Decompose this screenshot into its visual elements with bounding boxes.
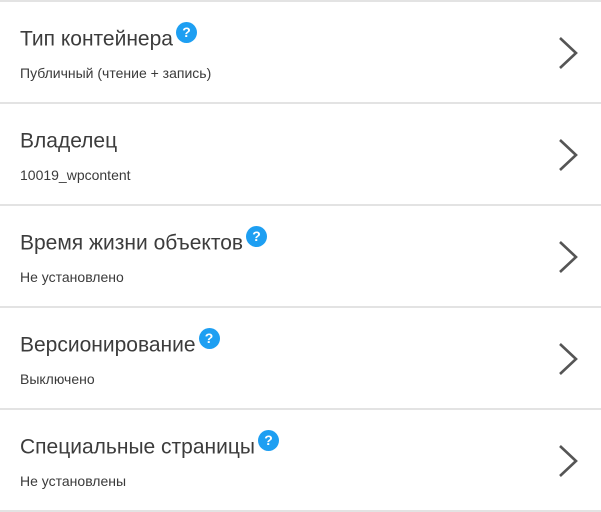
chevron-right-icon[interactable] bbox=[557, 36, 579, 70]
row-value: Публичный (чтение + запись) bbox=[20, 65, 212, 81]
row-title: Версионирование? bbox=[20, 328, 220, 358]
question-circle-icon[interactable]: ? bbox=[246, 226, 268, 247]
setting-row-versioning[interactable]: Версионирование? Выключено bbox=[0, 308, 601, 410]
setting-row-owner[interactable]: Владелец 10019_wpcontent bbox=[0, 104, 601, 206]
question-circle-icon[interactable]: ? bbox=[257, 430, 279, 451]
row-title: Владелец bbox=[20, 128, 117, 154]
row-value: Не установлено bbox=[20, 269, 124, 285]
row-title: Специальные страницы? bbox=[20, 430, 279, 460]
row-title: Время жизни объектов? bbox=[20, 226, 268, 256]
row-value: 10019_wpcontent bbox=[20, 167, 131, 183]
chevron-right-icon[interactable] bbox=[557, 444, 579, 478]
row-title-text: Версионирование bbox=[20, 333, 196, 357]
chevron-right-icon[interactable] bbox=[557, 240, 579, 274]
chevron-right-icon[interactable] bbox=[557, 342, 579, 376]
row-title-text: Тип контейнера bbox=[20, 27, 173, 51]
setting-row-object-lifetime[interactable]: Время жизни объектов? Не установлено bbox=[0, 206, 601, 308]
question-circle-icon[interactable]: ? bbox=[175, 22, 197, 43]
row-title: Тип контейнера? bbox=[20, 22, 197, 52]
row-title-text: Специальные страницы bbox=[20, 435, 255, 459]
row-title-text: Владелец bbox=[20, 129, 118, 153]
settings-list: Тип контейнера? Публичный (чтение + запи… bbox=[0, 0, 601, 512]
row-value: Выключено bbox=[20, 371, 95, 387]
row-value: Не установлены bbox=[20, 473, 127, 489]
chevron-right-icon[interactable] bbox=[557, 138, 579, 172]
setting-row-container-type[interactable]: Тип контейнера? Публичный (чтение + запи… bbox=[0, 2, 601, 104]
row-title-text: Время жизни объектов bbox=[20, 231, 244, 255]
question-circle-icon[interactable]: ? bbox=[198, 328, 220, 349]
setting-row-special-pages[interactable]: Специальные страницы? Не установлены bbox=[0, 410, 601, 512]
